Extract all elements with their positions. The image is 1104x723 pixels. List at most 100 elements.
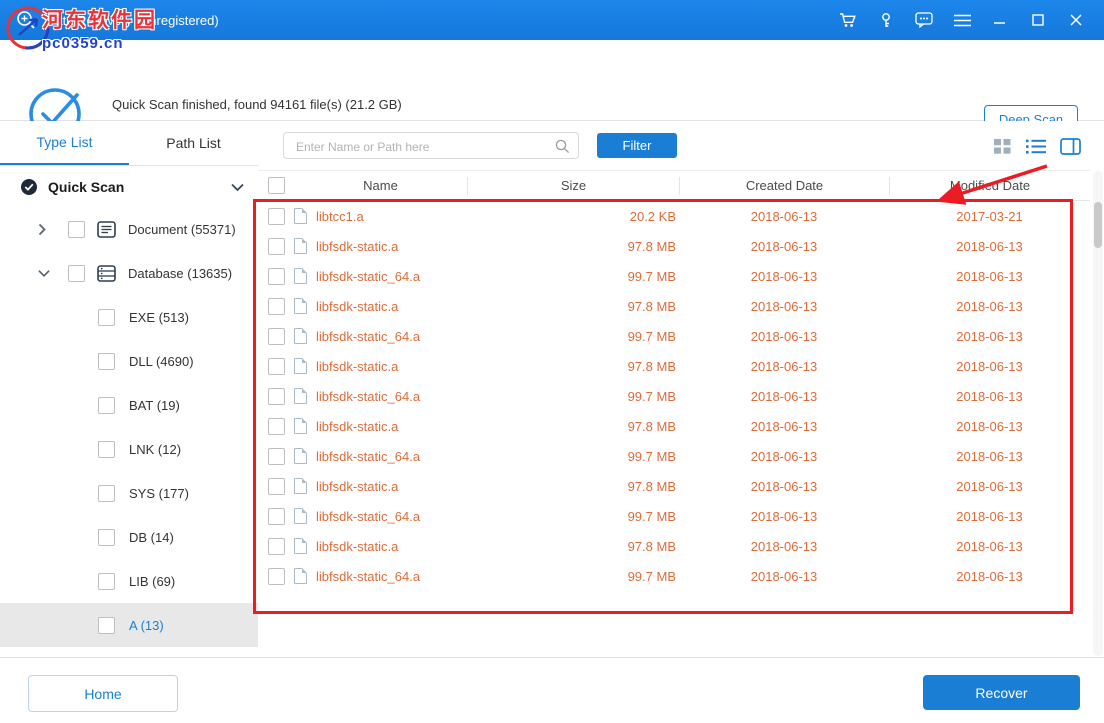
table-row[interactable]: libfsdk-static_64.a99.7 MB2018-06-132018…	[258, 441, 1090, 471]
file-name: libfsdk-static_64.a	[316, 569, 420, 584]
filter-button[interactable]: Filter	[597, 133, 677, 158]
table-row[interactable]: libfsdk-static.a97.8 MB2018-06-132018-06…	[258, 531, 1090, 561]
file-size: 99.7 MB	[467, 329, 679, 344]
tree-item-exe[interactable]: EXE (513)	[0, 295, 258, 339]
chevron-right-icon[interactable]	[38, 223, 50, 236]
menu-icon[interactable]	[952, 10, 972, 30]
file-created-date: 2018-06-13	[679, 239, 889, 254]
row-checkbox[interactable]	[268, 508, 285, 525]
key-icon[interactable]	[876, 10, 896, 30]
detail-view-icon[interactable]	[1058, 135, 1082, 157]
search-input[interactable]	[294, 135, 548, 158]
table-row[interactable]: libfsdk-static.a97.8 MB2018-06-132018-06…	[258, 411, 1090, 441]
file-name: libfsdk-static_64.a	[316, 329, 420, 344]
table-row[interactable]: libfsdk-static_64.a99.7 MB2018-06-132018…	[258, 261, 1090, 291]
tab-path-list[interactable]: Path List	[129, 121, 258, 165]
file-name: libfsdk-static.a	[316, 239, 398, 254]
select-all-checkbox[interactable]	[268, 177, 285, 194]
scan-mode-check-icon	[20, 178, 38, 196]
scrollbar-thumb[interactable]	[1094, 202, 1102, 248]
file-created-date: 2018-06-13	[679, 509, 889, 524]
thumbnail-view-icon[interactable]	[990, 135, 1014, 157]
row-checkbox[interactable]	[268, 238, 285, 255]
tree-checkbox[interactable]	[98, 485, 115, 502]
tree-item-database[interactable]: Database (13635)	[0, 251, 258, 295]
table-row[interactable]: libfsdk-static_64.a99.7 MB2018-06-132018…	[258, 561, 1090, 591]
tree-checkbox[interactable]	[98, 397, 115, 414]
row-checkbox[interactable]	[268, 388, 285, 405]
tree-checkbox[interactable]	[98, 529, 115, 546]
tree-item-lib[interactable]: LIB (69)	[0, 559, 258, 603]
tree-checkbox[interactable]	[98, 441, 115, 458]
file-size: 99.7 MB	[467, 269, 679, 284]
file-icon	[294, 358, 307, 374]
search-box	[283, 132, 579, 159]
row-checkbox[interactable]	[268, 328, 285, 345]
sidebar: Type List Path List Quick Scan Document …	[0, 121, 259, 658]
table-row[interactable]: libtcc1.a20.2 KB2018-06-132017-03-21	[258, 201, 1090, 231]
file-created-date: 2018-06-13	[679, 269, 889, 284]
table-row[interactable]: libfsdk-static_64.a99.7 MB2018-06-132018…	[258, 501, 1090, 531]
row-checkbox[interactable]	[268, 298, 285, 315]
file-name: libfsdk-static.a	[316, 419, 398, 434]
tree-checkbox[interactable]	[98, 353, 115, 370]
row-checkbox[interactable]	[268, 418, 285, 435]
file-modified-date: 2018-06-13	[889, 389, 1090, 404]
tree-checkbox[interactable]	[68, 221, 85, 238]
column-header-modified[interactable]: Modified Date	[889, 177, 1090, 195]
file-size: 99.7 MB	[467, 449, 679, 464]
row-checkbox[interactable]	[268, 448, 285, 465]
maximize-icon[interactable]	[1028, 10, 1048, 30]
home-button[interactable]: Home	[28, 675, 178, 712]
close-icon[interactable]	[1066, 10, 1086, 30]
tree-checkbox[interactable]	[98, 309, 115, 326]
row-checkbox[interactable]	[268, 538, 285, 555]
chevron-down-icon[interactable]	[38, 269, 50, 278]
file-size: 97.8 MB	[467, 299, 679, 314]
tree-checkbox[interactable]	[68, 265, 85, 282]
row-checkbox[interactable]	[268, 478, 285, 495]
column-header-name[interactable]: Name	[294, 178, 467, 193]
table-row[interactable]: libfsdk-static_64.a99.7 MB2018-06-132018…	[258, 321, 1090, 351]
tree-item-document[interactable]: Document (55371)	[0, 207, 258, 251]
scan-summary-header: Quick Scan finished, found 94161 file(s)…	[0, 40, 1104, 121]
recover-button[interactable]: Recover	[923, 675, 1080, 710]
file-created-date: 2018-06-13	[679, 569, 889, 584]
cart-icon[interactable]	[838, 10, 858, 30]
table-row[interactable]: libfsdk-static.a97.8 MB2018-06-132018-06…	[258, 231, 1090, 261]
tab-type-list[interactable]: Type List	[0, 121, 129, 165]
row-checkbox[interactable]	[268, 358, 285, 375]
tree-item-a[interactable]: A (13)	[0, 603, 258, 647]
scan-mode-selector[interactable]: Quick Scan	[0, 166, 258, 208]
table-row[interactable]: libfsdk-static.a97.8 MB2018-06-132018-06…	[258, 471, 1090, 501]
tree-checkbox[interactable]	[98, 573, 115, 590]
column-header-size[interactable]: Size	[467, 177, 679, 195]
vertical-scrollbar[interactable]	[1093, 171, 1103, 656]
row-checkbox[interactable]	[268, 568, 285, 585]
tree-checkbox[interactable]	[98, 617, 115, 634]
file-size: 97.8 MB	[467, 239, 679, 254]
row-checkbox[interactable]	[268, 208, 285, 225]
file-list: libtcc1.a20.2 KB2018-06-132017-03-21 lib…	[258, 201, 1090, 591]
list-view-icon[interactable]	[1024, 135, 1048, 157]
tree-item-dll[interactable]: DLL (4690)	[0, 339, 258, 383]
app-window: Data Recovery (Unregistered)	[0, 0, 1104, 723]
file-modified-date: 2018-06-13	[889, 479, 1090, 494]
search-icon[interactable]	[555, 139, 570, 159]
minimize-icon[interactable]	[990, 10, 1010, 30]
tree-item-label: LNK (12)	[129, 442, 181, 457]
tree-item-sys[interactable]: SYS (177)	[0, 471, 258, 515]
feedback-icon[interactable]	[914, 10, 934, 30]
row-checkbox[interactable]	[268, 268, 285, 285]
table-row[interactable]: libfsdk-static.a97.8 MB2018-06-132018-06…	[258, 351, 1090, 381]
file-icon	[294, 268, 307, 284]
column-header-created[interactable]: Created Date	[679, 177, 889, 195]
table-row[interactable]: libfsdk-static_64.a99.7 MB2018-06-132018…	[258, 381, 1090, 411]
file-size: 20.2 KB	[467, 209, 679, 224]
file-created-date: 2018-06-13	[679, 539, 889, 554]
tree-item-db[interactable]: DB (14)	[0, 515, 258, 559]
tree-item-lnk[interactable]: LNK (12)	[0, 427, 258, 471]
tree-item-bat[interactable]: BAT (19)	[0, 383, 258, 427]
table-row[interactable]: libfsdk-static.a97.8 MB2018-06-132018-06…	[258, 291, 1090, 321]
file-type-tree: Document (55371) Database (13635) EXE (5…	[0, 207, 258, 647]
